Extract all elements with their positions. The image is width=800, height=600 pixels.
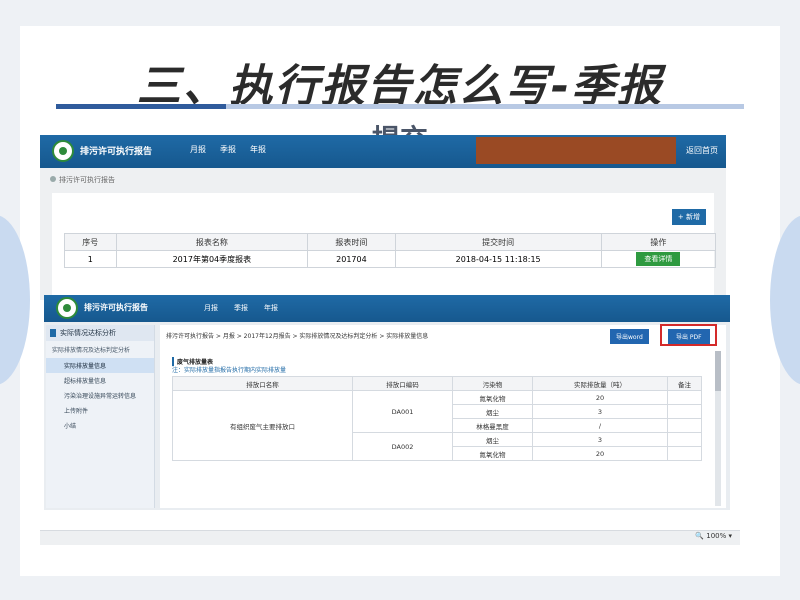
nav-monthly[interactable]: 月报	[190, 144, 206, 155]
breadcrumb: 排污许可执行报告 > 月报 > 2017年12月报告 > 实际排放情况及达标判定…	[166, 333, 429, 340]
zoom-value: 100%	[706, 532, 727, 540]
col-period: 报表时间	[307, 233, 396, 251]
view-details-button[interactable]: 查看详情	[636, 252, 681, 266]
cell-emission: 20	[532, 446, 668, 461]
col-outlet-name: 排放口名称	[172, 376, 353, 391]
cell-action: 查看详情	[600, 250, 717, 268]
col-emission: 实际排放量（吨）	[532, 376, 668, 391]
report-list-screenshot: 排污许可执行报告 月报 季报 年报 返回首页 排污许可执行报告 + 新增 序号 …	[40, 135, 726, 300]
breadcrumb-text: 排污许可执行报告	[59, 176, 115, 184]
add-report-button[interactable]: + 新增	[671, 209, 706, 225]
scrollbar-thumb[interactable]	[715, 351, 721, 391]
cell-emission: 20	[532, 390, 668, 405]
status-bar: 🔍 100% ▾	[40, 530, 740, 545]
cell-index: 1	[64, 250, 117, 268]
title-underline-light	[226, 104, 744, 109]
table-row: 1 2017年第04季度报表 201704 2018-04-15 11:18:1…	[64, 250, 717, 268]
sidebar-item-summary[interactable]: 小结	[46, 418, 154, 433]
zoom-level[interactable]: 🔍 100% ▾	[695, 532, 732, 540]
emissions-screenshot: 排污许可执行报告 月报 季报 年报 实际情况达标分析 实际排放情况及达标判定分析…	[44, 295, 730, 510]
home-link[interactable]: 返回首页	[686, 145, 718, 156]
app-title: 排污许可执行报告	[80, 147, 153, 157]
col-index: 序号	[64, 233, 117, 251]
cell-emission: /	[532, 418, 668, 433]
cell-pollutant: 氮氧化物	[452, 390, 533, 405]
col-submitted: 提交时间	[394, 233, 602, 251]
table-note: 注：实际排放量指报告执行期内实际排放量	[172, 367, 287, 374]
nav-annual[interactable]: 年报	[264, 303, 278, 313]
cell-submitted: 2018-04-15 11:18:15	[394, 250, 602, 268]
nav-annual[interactable]: 年报	[250, 144, 266, 155]
cell-outlet-code: DA001	[352, 390, 453, 433]
cell-period: 201704	[307, 250, 396, 268]
highlight-box	[660, 324, 717, 346]
nav-quarterly[interactable]: 季报	[220, 144, 236, 155]
redaction-block	[476, 137, 676, 164]
sidebar-item-actual-emissions[interactable]: 实际排放量信息	[46, 358, 154, 373]
cell-remark	[667, 446, 702, 461]
sidebar-item-excess-emissions[interactable]: 超标排放量信息	[46, 373, 154, 388]
cell-pollutant: 烟尘	[452, 404, 533, 419]
cell-pollutant: 林格曼黑度	[452, 418, 533, 433]
zoom-icon: 🔍	[695, 532, 704, 540]
emissions-table: 排放口名称 排放口编码 污染物 实际排放量（吨） 备注 有组织废气主要排放口 D…	[172, 376, 702, 461]
sidebar-item-attachments[interactable]: 上传附件	[46, 403, 154, 418]
table-header-row: 排放口名称 排放口编码 污染物 实际排放量（吨） 备注	[172, 376, 702, 391]
main-panel: 排污许可执行报告 > 月报 > 2017年12月报告 > 实际排放情况及达标判定…	[160, 324, 726, 508]
title-underline-dark	[56, 104, 226, 109]
cell-remark	[667, 404, 702, 419]
logo-icon	[52, 140, 74, 162]
col-remark: 备注	[667, 376, 702, 391]
table-row: 有组织废气主要排放口 DA001 氮氧化物 20	[172, 390, 702, 461]
cell-pollutant: 氮氧化物	[452, 446, 533, 461]
table-header-row: 序号 报表名称 报表时间 提交时间 操作	[64, 233, 717, 251]
logo-icon	[56, 297, 78, 319]
col-outlet-code: 排放口编码	[352, 376, 453, 391]
cell-name: 2017年第04季度报表	[115, 250, 309, 268]
cell-remark	[667, 432, 702, 447]
nav-monthly[interactable]: 月报	[204, 303, 218, 313]
cell-emission: 3	[532, 432, 668, 447]
cell-outlet-name: 有组织废气主要排放口	[172, 390, 353, 461]
sidebar-header[interactable]: 实际情况达标分析	[46, 325, 154, 341]
sidebar-section[interactable]: 实际排放情况及达标判定分析	[46, 341, 154, 358]
top-nav: 排污许可执行报告 月报 季报 年报 返回首页	[40, 135, 726, 168]
report-table: 序号 报表名称 报表时间 提交时间 操作 1 2017年第04季度报表 2017…	[64, 233, 717, 268]
cell-remark	[667, 390, 702, 405]
location-icon	[50, 176, 56, 182]
col-action: 操作	[600, 233, 717, 251]
cell-outlet-code: DA002	[352, 432, 453, 461]
col-name: 报表名称	[115, 233, 309, 251]
nav-quarterly[interactable]: 季报	[234, 303, 248, 313]
cell-pollutant: 烟尘	[452, 432, 533, 447]
cell-remark	[667, 418, 702, 433]
sidebar-item-facility-abnormal[interactable]: 污染治理设施异常运转信息	[46, 388, 154, 403]
report-card: + 新增 序号 报表名称 报表时间 提交时间 操作 1 2017年第04季度报表…	[52, 193, 717, 297]
export-word-button[interactable]: 导出word	[610, 329, 649, 344]
breadcrumb: 排污许可执行报告	[50, 175, 115, 185]
top-nav-2: 排污许可执行报告 月报 季报 年报	[44, 295, 730, 322]
col-pollutant: 污染物	[452, 376, 533, 391]
app-title: 排污许可执行报告	[84, 303, 148, 312]
sidebar: 实际情况达标分析 实际排放情况及达标判定分析 实际排放量信息 超标排放量信息 污…	[46, 325, 155, 508]
cell-emission: 3	[532, 404, 668, 419]
